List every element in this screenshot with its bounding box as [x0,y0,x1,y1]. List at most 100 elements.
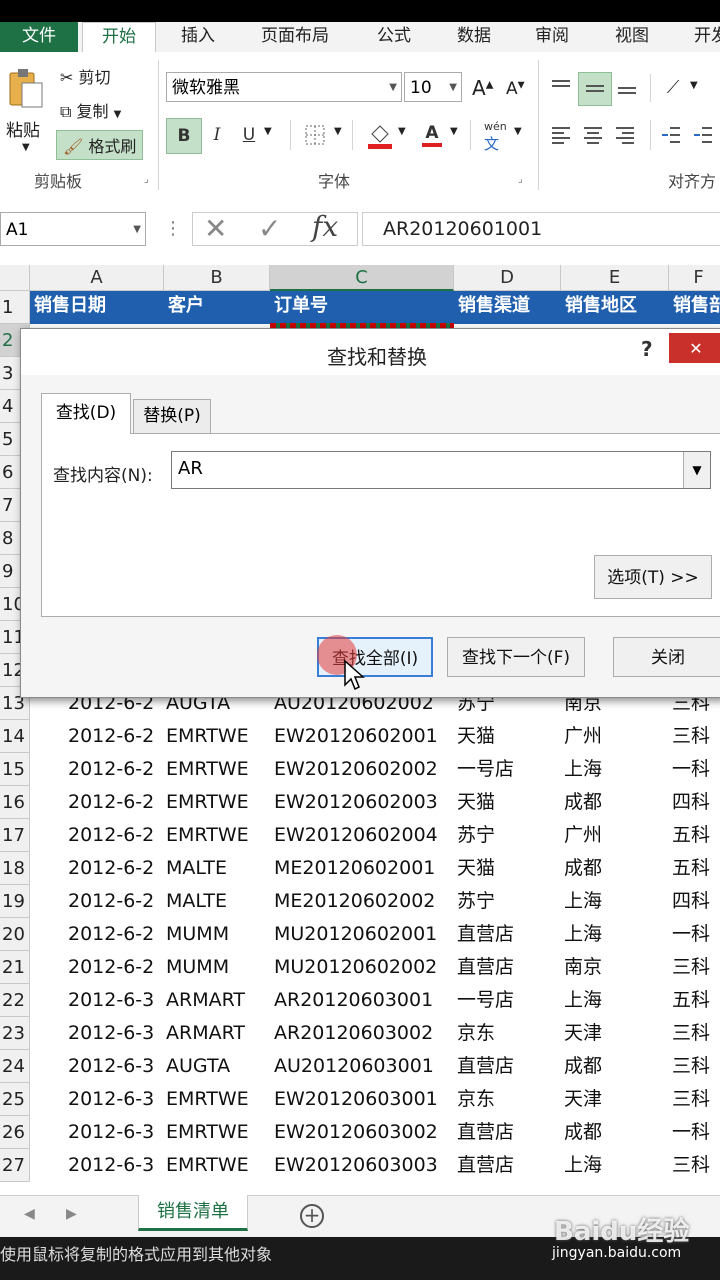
cell-department[interactable]: 三科 [672,1017,710,1050]
cell-customer[interactable]: EMRTWE [166,1083,249,1116]
sheet-tab-sales-list[interactable]: 销售清单 [138,1195,248,1231]
find-next-button[interactable]: 查找下一个(F) [447,637,585,677]
cell-department[interactable]: 五科 [672,819,710,852]
orientation-dropdown-icon[interactable]: ▼ [690,80,698,91]
font-size-combo[interactable]: 10 ▼ [404,72,462,102]
tab-insert[interactable]: 插入 [168,22,228,52]
bold-button[interactable]: B [166,118,202,154]
column-header-a[interactable]: A [30,265,164,291]
align-center-icon[interactable] [578,118,608,152]
cell-region[interactable]: 上海 [564,984,602,1017]
cell-channel[interactable]: 直营店 [457,1116,514,1149]
name-box[interactable]: A1 ▼ [0,212,146,246]
border-icon[interactable] [300,118,330,152]
shrink-font-icon[interactable]: A▼ [506,79,525,99]
close-button[interactable]: 关闭 [613,637,720,677]
cell-customer[interactable]: EMRTWE [166,1116,249,1149]
cell-date[interactable]: 2012-6-2 [68,885,154,918]
cell-customer[interactable]: EMRTWE [166,720,249,753]
formula-input[interactable]: AR20120601001 [362,212,720,246]
paste-dropdown-icon[interactable]: ▼ [22,142,30,153]
cell-region[interactable]: 上海 [564,753,602,786]
cell-department[interactable]: 五科 [672,852,710,885]
tab-home[interactable]: 开始 [82,22,156,53]
phonetic-icon[interactable]: wén 文 [484,120,507,154]
cell-region[interactable]: 成都 [564,786,602,819]
cell-channel[interactable]: 天猫 [457,786,495,819]
cell-date[interactable]: 2012-6-3 [68,1083,154,1116]
add-sheet-icon[interactable]: + [300,1204,324,1228]
cell-channel[interactable]: 苏宁 [457,819,495,852]
tab-find[interactable]: 查找(D) [41,393,131,434]
cell-department[interactable]: 三科 [672,951,710,984]
cell-customer[interactable]: MUMM [166,951,229,984]
grow-font-icon[interactable]: A▲ [472,76,493,100]
cell-order-no[interactable]: AR20120603002 [274,1017,433,1050]
phonetic-dropdown-icon[interactable]: ▼ [514,126,522,137]
cell-channel[interactable]: 直营店 [457,1050,514,1083]
paste-label[interactable]: 粘贴 [6,116,40,141]
cell-customer[interactable]: ARMART [166,1017,245,1050]
increase-indent-icon[interactable] [688,118,718,152]
cell-customer[interactable]: MALTE [166,885,227,918]
format-painter-button[interactable]: 🖌 格式刷 [56,130,144,160]
cell-order-no[interactable]: EW20120603001 [274,1083,438,1116]
cell-region[interactable]: 天津 [564,1017,602,1050]
scroll-right-icon[interactable]: ▶ [66,1206,77,1222]
cell-department[interactable]: 三科 [672,720,710,753]
copy-button[interactable]: ⧉ 复制 ▼ [60,98,121,122]
cell-department[interactable]: 三科 [672,1083,710,1116]
header-cell-channel[interactable]: 销售渠道 [454,291,530,324]
options-button[interactable]: 选项(T) >> [594,555,712,599]
font-color-icon[interactable]: A [418,118,446,152]
header-cell-order-no[interactable]: 订单号 [270,291,328,324]
scroll-left-icon[interactable]: ◀ [24,1206,35,1222]
cell-date[interactable]: 2012-6-2 [68,819,154,852]
cell-department[interactable]: 三科 [672,1149,710,1182]
cell-date[interactable]: 2012-6-3 [68,1116,154,1149]
cell-customer[interactable]: EMRTWE [166,786,249,819]
cell-customer[interactable]: MALTE [166,852,227,885]
chevron-down-icon[interactable]: ▼ [683,452,710,488]
cell-order-no[interactable]: ME20120602002 [274,885,435,918]
cell-order-no[interactable]: MU20120602001 [274,918,437,951]
fill-color-dropdown-icon[interactable]: ▼ [398,126,406,137]
column-header-d[interactable]: D [454,265,561,291]
cell-order-no[interactable]: EW20120603003 [274,1149,438,1182]
cell-department[interactable]: 一科 [672,918,710,951]
italic-button[interactable]: I [204,118,230,152]
select-all-corner[interactable] [0,265,30,291]
insert-function-icon[interactable]: fx [312,210,338,243]
cell-channel[interactable]: 天猫 [457,720,495,753]
cell-channel[interactable]: 一号店 [457,753,514,786]
cell-date[interactable]: 2012-6-3 [68,1017,154,1050]
underline-button[interactable]: U [236,118,262,152]
cell-order-no[interactable]: EW20120602002 [274,753,438,786]
cell-date[interactable]: 2012-6-3 [68,1149,154,1182]
cell-region[interactable]: 上海 [564,1149,602,1182]
cell-region[interactable]: 成都 [564,1050,602,1083]
column-header-f[interactable]: F [669,265,720,291]
cell-region[interactable]: 成都 [564,1116,602,1149]
cell-date[interactable]: 2012-6-3 [68,984,154,1017]
cell-channel[interactable]: 京东 [457,1083,495,1116]
align-middle-icon[interactable] [578,72,612,106]
cell-customer[interactable]: ARMART [166,984,245,1017]
find-what-input[interactable]: AR ▼ [171,451,711,489]
cell-department[interactable]: 五科 [672,984,710,1017]
cell-date[interactable]: 2012-6-2 [68,753,154,786]
tab-data[interactable]: 数据 [446,22,502,52]
column-header-c[interactable]: C [270,265,454,291]
orientation-icon[interactable]: ⟋ [658,72,688,102]
tab-formulas[interactable]: 公式 [366,22,422,52]
cell-date[interactable]: 2012-6-2 [68,918,154,951]
cell-customer[interactable]: EMRTWE [166,753,249,786]
font-color-dropdown-icon[interactable]: ▼ [450,126,458,137]
header-cell-region[interactable]: 销售地区 [561,291,637,324]
enter-icon[interactable]: ✓ [258,212,281,245]
cell-department[interactable]: 一科 [672,1116,710,1149]
header-cell-date[interactable]: 销售日期 [30,291,106,324]
fill-color-icon[interactable] [364,118,396,152]
align-right-icon[interactable] [610,118,640,152]
cell-region[interactable]: 广州 [564,819,602,852]
